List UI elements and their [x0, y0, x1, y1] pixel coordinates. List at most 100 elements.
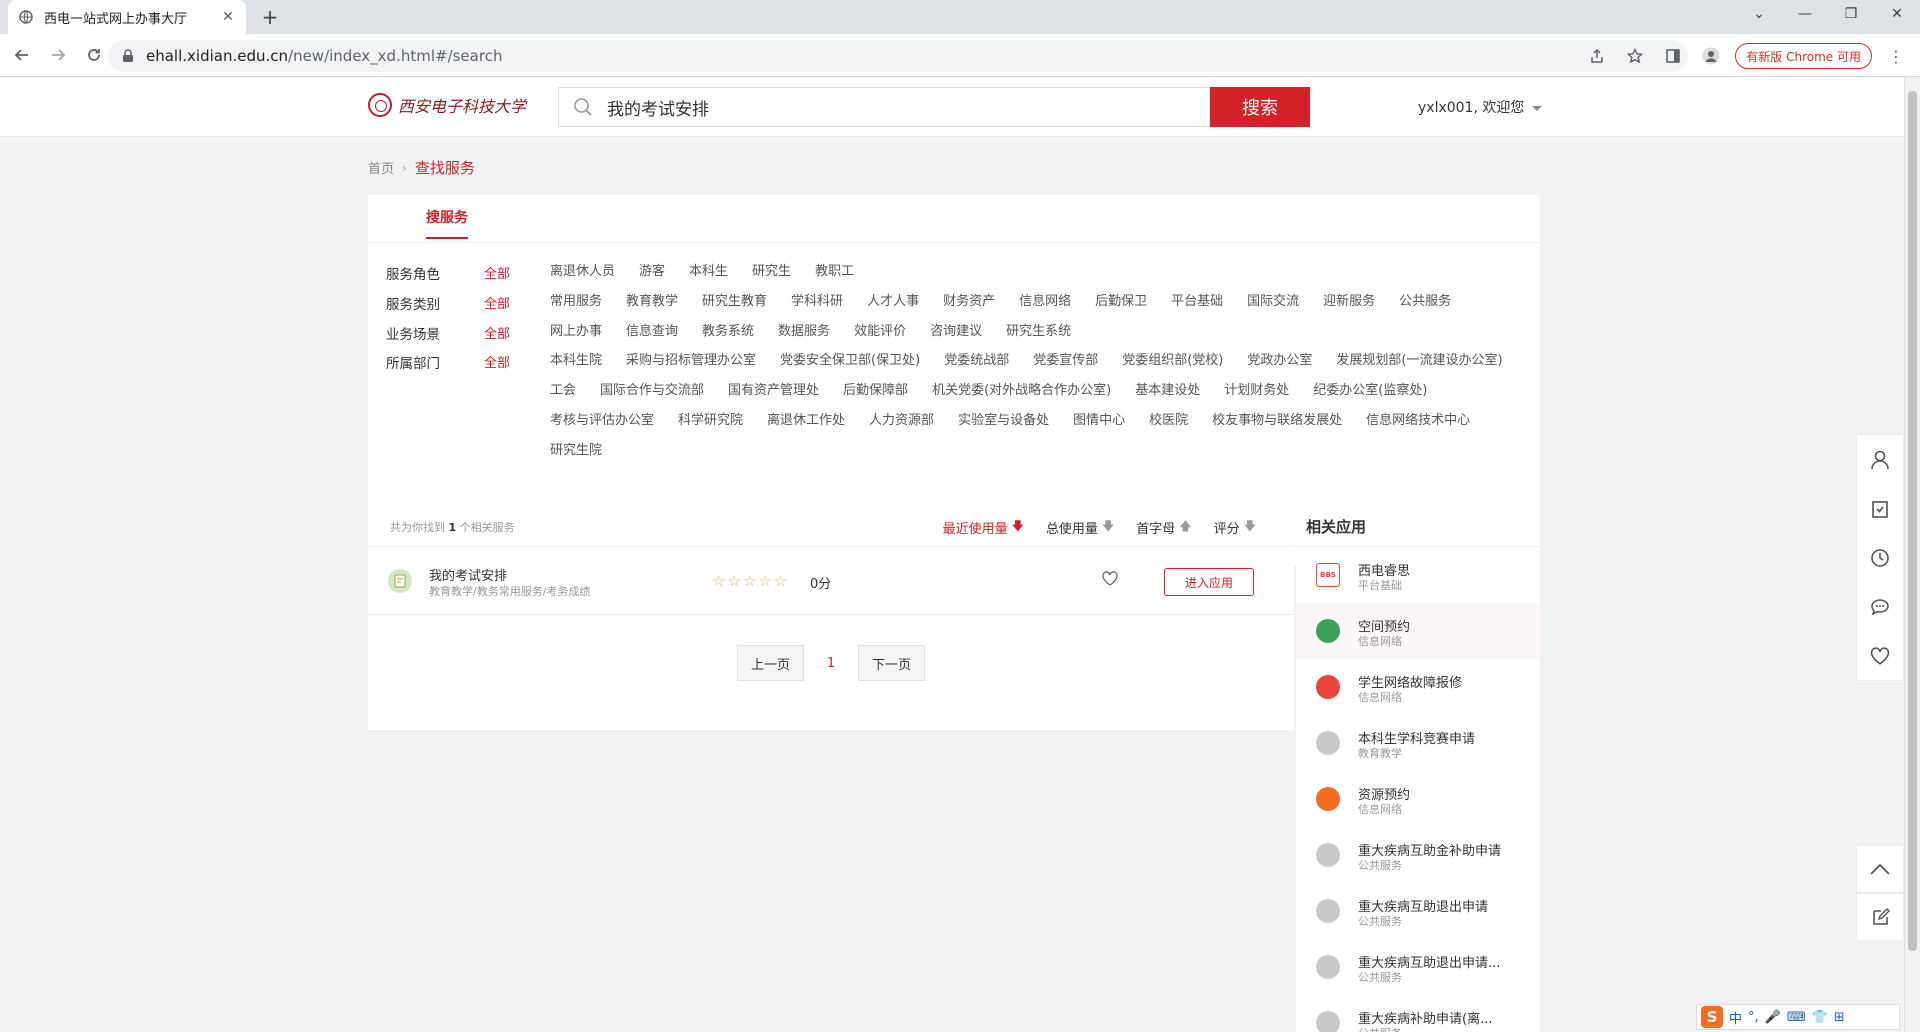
- edit-icon[interactable]: [1856, 893, 1904, 941]
- related-app-item[interactable]: 重大疾病互助退出申请... 公共服务: [1296, 939, 1540, 995]
- filter-option[interactable]: 教务系统: [702, 323, 754, 353]
- forward-button[interactable]: [44, 41, 72, 69]
- filter-option[interactable]: 研究生: [752, 263, 791, 293]
- share-icon[interactable]: [1583, 42, 1611, 70]
- minimize-button[interactable]: —: [1782, 0, 1828, 28]
- star-icon[interactable]: ☆: [712, 572, 725, 590]
- heart-icon[interactable]: [1102, 571, 1118, 590]
- ime-mode[interactable]: 中: [1729, 1008, 1742, 1027]
- filter-option[interactable]: 迎新服务: [1323, 293, 1375, 323]
- filter-option[interactable]: 国有资产管理处: [728, 382, 819, 412]
- sogou-ime-icon[interactable]: S: [1701, 1006, 1723, 1028]
- filter-option[interactable]: 网上办事: [550, 323, 602, 353]
- search-input[interactable]: [607, 97, 1209, 117]
- filter-option[interactable]: 党委宣传部: [1033, 352, 1098, 382]
- filter-option[interactable]: 研究生教育: [702, 293, 767, 323]
- new-tab-button[interactable]: +: [256, 5, 284, 29]
- filter-option[interactable]: 实验室与设备处: [958, 412, 1049, 442]
- filter-option[interactable]: 后勤保卫: [1095, 293, 1147, 323]
- filter-option[interactable]: 考核与评估办公室: [550, 412, 654, 442]
- filter-option[interactable]: 数据服务: [778, 323, 830, 353]
- task-icon[interactable]: [1857, 484, 1903, 533]
- filter-option[interactable]: 党委统战部: [944, 352, 1009, 382]
- filter-option[interactable]: 国际交流: [1247, 293, 1299, 323]
- profile-icon[interactable]: [1697, 42, 1725, 70]
- chat-icon[interactable]: [1857, 582, 1903, 631]
- restore-button[interactable]: ❐: [1828, 0, 1874, 28]
- related-app-item[interactable]: 重大疾病互助金补助申请 公共服务: [1296, 827, 1540, 883]
- filter-option[interactable]: 信息网络: [1019, 293, 1071, 323]
- filter-option[interactable]: 国际合作与交流部: [600, 382, 704, 412]
- user-icon[interactable]: [1857, 435, 1903, 484]
- tab-search-services[interactable]: 搜服务: [426, 207, 468, 239]
- enter-app-button[interactable]: 进入应用: [1164, 568, 1254, 596]
- filter-option[interactable]: 采购与招标管理办公室: [626, 352, 756, 382]
- page-number[interactable]: 1: [804, 656, 858, 671]
- filter-option[interactable]: 游客: [639, 263, 665, 293]
- prev-page-button[interactable]: 上一页: [736, 645, 804, 681]
- filter-all[interactable]: 全部: [484, 352, 550, 472]
- filter-option[interactable]: 校医院: [1149, 412, 1188, 442]
- related-app-item[interactable]: 空间预约 信息网络: [1296, 603, 1540, 659]
- sort-rating[interactable]: 评分 🡇: [1214, 517, 1256, 538]
- filter-option[interactable]: 信息查询: [626, 323, 678, 353]
- filter-option[interactable]: 纪委办公室(监察处): [1313, 382, 1427, 412]
- sort-recent-usage[interactable]: 最近使用量 🡇: [943, 517, 1024, 538]
- result-app-name[interactable]: 我的考试安排: [429, 565, 507, 584]
- filter-option[interactable]: 人力资源部: [869, 412, 934, 442]
- filter-option[interactable]: 党委安全保卫部(保卫处): [780, 352, 920, 382]
- filter-option[interactable]: 本科生: [689, 263, 728, 293]
- filter-option[interactable]: 效能评价: [854, 323, 906, 353]
- filter-option[interactable]: 教职工: [815, 263, 854, 293]
- star-icon[interactable]: ☆: [727, 572, 740, 590]
- close-window-button[interactable]: ✕: [1874, 0, 1920, 28]
- filter-option[interactable]: 计划财务处: [1224, 382, 1289, 412]
- sidepanel-icon[interactable]: [1659, 42, 1687, 70]
- filter-all[interactable]: 全部: [484, 323, 550, 353]
- related-app-item[interactable]: 重大疾病补助申请(离...公共服务: [1296, 995, 1540, 1032]
- skin-icon[interactable]: 👕: [1812, 1010, 1828, 1025]
- related-app-item[interactable]: 本科生学科竞赛申请 教育教学: [1296, 715, 1540, 771]
- filter-option[interactable]: 党委组织部(党校): [1122, 352, 1223, 382]
- next-page-button[interactable]: 下一页: [858, 645, 926, 681]
- filter-option[interactable]: 离退休工作处: [767, 412, 845, 442]
- heart-icon[interactable]: [1857, 631, 1903, 680]
- filter-option[interactable]: 常用服务: [550, 293, 602, 323]
- breadcrumb-home[interactable]: 首页: [368, 158, 394, 177]
- filter-option[interactable]: 图情中心: [1073, 412, 1125, 442]
- filter-option[interactable]: 咨询建议: [930, 323, 982, 353]
- filter-option[interactable]: 工会: [550, 382, 576, 412]
- kebab-menu-icon[interactable]: ⋮: [1882, 42, 1910, 70]
- close-icon[interactable]: ✕: [220, 9, 236, 25]
- microphone-icon[interactable]: 🎤: [1765, 1010, 1781, 1025]
- address-bar[interactable]: ehall.xidian.edu.cn/new/index_xd.html#/s…: [108, 40, 1688, 72]
- filter-option[interactable]: 离退休人员: [550, 263, 615, 293]
- search-button[interactable]: 搜索: [1210, 87, 1310, 127]
- filter-option[interactable]: 基本建设处: [1135, 382, 1200, 412]
- filter-option[interactable]: 信息网络技术中心: [1366, 412, 1470, 442]
- related-app-item[interactable]: 重大疾病互助退出申请 公共服务: [1296, 883, 1540, 939]
- filter-all[interactable]: 全部: [484, 293, 550, 323]
- related-app-item[interactable]: BBS 西电睿思 平台基础: [1296, 547, 1540, 603]
- scrollbar-thumb[interactable]: [1908, 91, 1917, 951]
- star-icon[interactable]: [1621, 42, 1649, 70]
- filter-option[interactable]: 研究生院: [550, 442, 602, 472]
- filter-option[interactable]: 学科科研: [791, 293, 843, 323]
- chrome-update-button[interactable]: 有新版 Chrome 可用: [1735, 43, 1872, 69]
- filter-all[interactable]: 全部: [484, 263, 550, 293]
- filter-option[interactable]: 发展规划部(一流建设办公室): [1336, 352, 1502, 382]
- toolbox-icon[interactable]: ⊞: [1834, 1010, 1845, 1025]
- university-logo[interactable]: 西安电子科技大学: [368, 93, 526, 117]
- clock-icon[interactable]: [1857, 533, 1903, 582]
- browser-tab[interactable]: 西电一站式网上办事大厅 ✕: [8, 0, 246, 34]
- filter-option[interactable]: 财务资产: [943, 293, 995, 323]
- filter-option[interactable]: 平台基础: [1171, 293, 1223, 323]
- star-icon[interactable]: ☆: [758, 572, 771, 590]
- back-to-top-button[interactable]: [1856, 845, 1904, 893]
- star-icon[interactable]: ☆: [774, 572, 787, 590]
- chevron-down-icon[interactable]: ⌄: [1736, 0, 1782, 28]
- filter-option[interactable]: 公共服务: [1399, 293, 1451, 323]
- filter-option[interactable]: 机关党委(对外战略合作办公室): [932, 382, 1111, 412]
- filter-option[interactable]: 人才人事: [867, 293, 919, 323]
- related-app-item[interactable]: 资源预约 信息网络: [1296, 771, 1540, 827]
